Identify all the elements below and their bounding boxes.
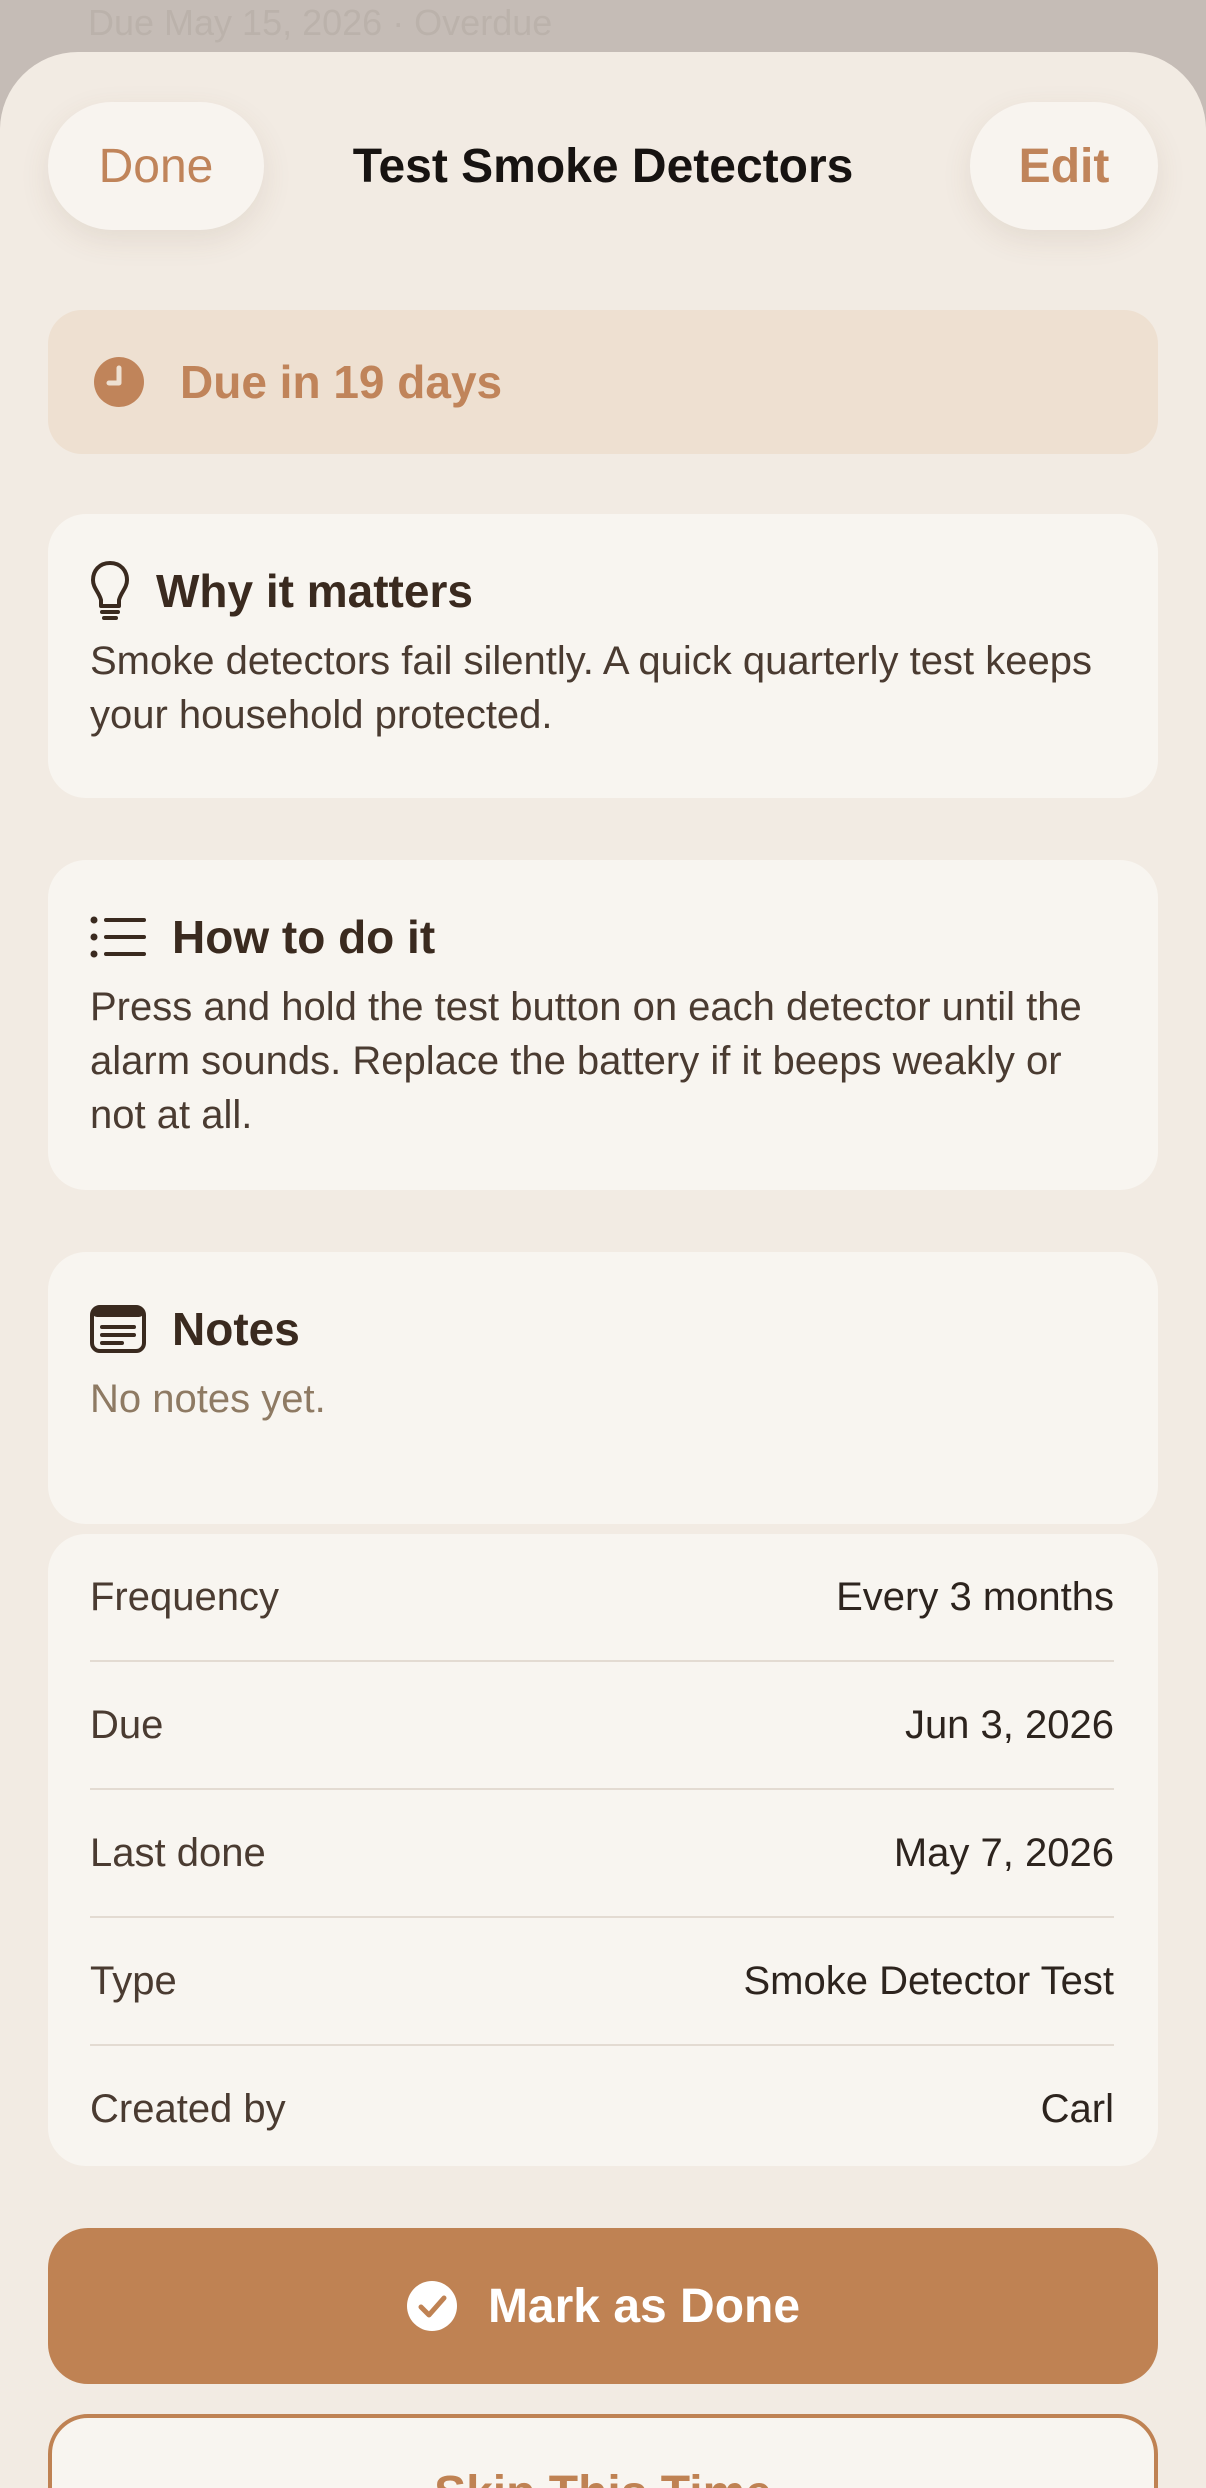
detail-label: Due <box>90 1702 164 1747</box>
due-status-banner: Due in 19 days <box>48 310 1158 454</box>
how-to-do-it-card: How to do it Press and hold the test but… <box>48 860 1158 1190</box>
notes-body: No notes yet. <box>90 1377 326 1421</box>
detail-value: Jun 3, 2026 <box>904 1702 1114 1747</box>
detail-value: May 7, 2026 <box>893 1830 1114 1875</box>
checkmark-circle-icon <box>406 2281 457 2331</box>
why-heading: Why it matters <box>156 565 473 617</box>
skip-this-time-label: Skip This Time <box>434 2466 772 2488</box>
detail-row-last-done: Last done May 7, 2026 <box>90 1790 1114 1918</box>
page-title: Test Smoke Detectors <box>352 139 854 193</box>
detail-row-frequency: Frequency Every 3 months <box>90 1534 1114 1662</box>
detail-value: Every 3 months <box>836 1574 1114 1619</box>
details-list: Frequency Every 3 months Due Jun 3, 2026… <box>48 1534 1158 2166</box>
notes-card[interactable]: Notes No notes yet. <box>48 1252 1158 1524</box>
notes-heading: Notes <box>172 1303 300 1355</box>
detail-value: Carl <box>1040 2086 1114 2131</box>
note-icon <box>90 1305 146 1353</box>
how-heading: How to do it <box>172 911 436 963</box>
detail-label: Last done <box>90 1830 266 1875</box>
lightbulb-icon <box>91 561 129 620</box>
detail-row-due: Due Jun 3, 2026 <box>90 1662 1114 1790</box>
how-body: Press and hold the test button on each d… <box>90 985 1082 1137</box>
detail-value: Smoke Detector Test <box>743 1958 1114 2003</box>
list-icon <box>90 916 146 958</box>
due-status-text: Due in 19 days <box>180 356 503 408</box>
task-detail-sheet: Done Test Smoke Detectors Edit Due in 19… <box>0 52 1206 2488</box>
clock-icon <box>94 357 144 407</box>
background-card-text: Due May 15, 2026 · Overdue <box>88 2 553 43</box>
skip-this-time-button[interactable]: Skip This Time <box>48 2414 1158 2488</box>
detail-row-type: Type Smoke Detector Test <box>90 1918 1114 2046</box>
why-body: Smoke detectors fail silently. A quick q… <box>90 639 1092 737</box>
detail-row-created-by: Created by Carl <box>90 2046 1114 2172</box>
mark-as-done-button[interactable]: Mark as Done <box>48 2228 1158 2384</box>
done-button[interactable]: Done <box>48 102 264 230</box>
detail-label: Type <box>90 1958 177 2003</box>
mark-as-done-label: Mark as Done <box>487 2279 801 2333</box>
detail-label: Created by <box>90 2086 286 2131</box>
why-it-matters-card: Why it matters Smoke detectors fail sile… <box>48 514 1158 798</box>
detail-label: Frequency <box>90 1574 279 1619</box>
edit-button[interactable]: Edit <box>970 102 1158 230</box>
